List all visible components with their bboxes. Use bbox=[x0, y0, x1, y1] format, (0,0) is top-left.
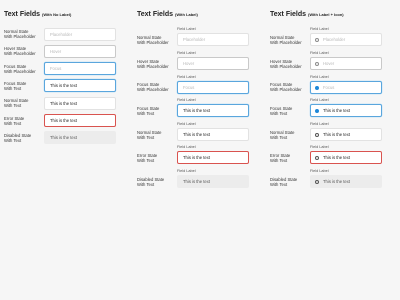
field-label: Field Label bbox=[177, 122, 196, 126]
placeholder-text: Hover bbox=[323, 61, 335, 66]
placeholder-text: Hover bbox=[183, 61, 195, 66]
state-label: Error State With Text bbox=[137, 153, 158, 164]
text-field-focus-text[interactable]: This is the text bbox=[44, 79, 116, 92]
field-label: Field Label bbox=[177, 98, 196, 102]
text-field-error-text[interactable]: This is the text bbox=[310, 151, 382, 164]
text-field-normal-text[interactable]: This is the text bbox=[44, 97, 116, 110]
state-label: Disabled State With Text bbox=[4, 133, 32, 144]
text-field-error-text[interactable]: This is the text bbox=[44, 114, 116, 127]
state-label: Hover State With Placeholder bbox=[4, 46, 36, 57]
field-label: Field Label bbox=[310, 169, 329, 173]
text-field-hover-placeholder[interactable]: Hover bbox=[310, 57, 382, 70]
user-icon bbox=[315, 155, 320, 161]
field-value: This is the text bbox=[323, 108, 350, 113]
state-label: Normal State With Text bbox=[4, 98, 29, 109]
field-label: Field Label bbox=[177, 75, 196, 79]
title-subtitle: (With Label + Icon) bbox=[308, 12, 344, 17]
state-label: Focus State With Text bbox=[270, 106, 293, 117]
text-field-hover-placeholder[interactable]: Hover bbox=[44, 45, 116, 58]
user-icon bbox=[315, 37, 320, 43]
field-value: This is the text bbox=[50, 118, 77, 123]
text-field-focus-text[interactable]: This is the text bbox=[310, 104, 382, 117]
field-value: This is the text bbox=[183, 155, 210, 160]
title-subtitle: (With No Label) bbox=[42, 12, 72, 17]
field-label: Field Label bbox=[177, 145, 196, 149]
text-field-hover-placeholder[interactable]: Hover bbox=[177, 57, 249, 70]
placeholder-text: Placeholder bbox=[323, 37, 346, 42]
state-label: Focus State With Text bbox=[4, 81, 27, 92]
state-label: Hover State With Placeholder bbox=[137, 59, 169, 70]
field-value: This is the text bbox=[183, 132, 210, 137]
title-subtitle: (With Label) bbox=[175, 12, 198, 17]
placeholder-text: Hover bbox=[50, 49, 62, 54]
field-value: This is the text bbox=[323, 132, 350, 137]
field-value: This is the text bbox=[183, 108, 210, 113]
text-field-normal-text[interactable]: This is the text bbox=[177, 128, 249, 141]
text-field-focus-placeholder[interactable]: Focus bbox=[177, 81, 249, 94]
field-label: Field Label bbox=[310, 98, 329, 102]
field-label: Field Label bbox=[310, 51, 329, 55]
placeholder-text: Focus bbox=[183, 85, 195, 90]
state-label: Normal State With Placeholder bbox=[137, 35, 169, 46]
field-label: Field Label bbox=[310, 27, 329, 31]
column-title-with-label: Text Fields (With Label) bbox=[137, 11, 198, 18]
text-field-focus-text[interactable]: This is the text bbox=[177, 104, 249, 117]
state-label: Disabled State With Text bbox=[270, 177, 298, 188]
text-field-disabled-text: This is the text bbox=[177, 175, 249, 188]
text-field-error-text[interactable]: This is the text bbox=[177, 151, 249, 164]
placeholder-text: Placeholder bbox=[183, 37, 206, 42]
text-field-disabled-text: This is the text bbox=[44, 131, 116, 144]
user-icon bbox=[315, 179, 320, 185]
state-label: Focus State With Placeholder bbox=[4, 64, 36, 75]
field-value: This is the text bbox=[323, 179, 350, 184]
user-icon bbox=[315, 108, 320, 114]
state-label: Normal State With Placeholder bbox=[270, 35, 302, 46]
field-label: Field Label bbox=[310, 122, 329, 126]
column-title-no-label: Text Fields (With No Label) bbox=[4, 11, 71, 18]
text-field-focus-placeholder[interactable]: Focus bbox=[44, 62, 116, 75]
user-icon bbox=[315, 132, 320, 138]
title-text: Text Fields bbox=[4, 11, 41, 18]
field-label: Field Label bbox=[177, 169, 196, 173]
title-text: Text Fields bbox=[137, 11, 174, 18]
text-field-disabled-text: This is the text bbox=[310, 175, 382, 188]
placeholder-text: Placeholder bbox=[50, 32, 73, 37]
placeholder-text: Focus bbox=[50, 66, 62, 71]
text-field-focus-placeholder[interactable]: Focus bbox=[310, 81, 382, 94]
field-value: This is the text bbox=[50, 83, 77, 88]
text-field-normal-placeholder[interactable]: Placeholder bbox=[177, 33, 249, 46]
field-value: This is the text bbox=[50, 101, 77, 106]
title-text: Text Fields bbox=[270, 11, 307, 18]
column-title-with-label-icon: Text Fields (With Label + Icon) bbox=[270, 11, 344, 18]
state-label: Normal State With Text bbox=[270, 130, 295, 141]
placeholder-text: Focus bbox=[323, 85, 335, 90]
state-label: Focus State With Placeholder bbox=[137, 82, 169, 93]
field-label: Field Label bbox=[310, 75, 329, 79]
state-label: Hover State With Placeholder bbox=[270, 59, 302, 70]
state-label: Normal State With Text bbox=[137, 130, 162, 141]
field-label: Field Label bbox=[310, 145, 329, 149]
field-value: This is the text bbox=[50, 135, 77, 140]
field-label: Field Label bbox=[177, 27, 196, 31]
state-label: Disabled State With Text bbox=[137, 177, 165, 188]
text-field-normal-placeholder[interactable]: Placeholder bbox=[310, 33, 382, 46]
state-label: Error State With Text bbox=[270, 153, 291, 164]
state-label: Focus State With Placeholder bbox=[270, 82, 302, 93]
field-value: This is the text bbox=[183, 179, 210, 184]
user-icon bbox=[315, 61, 320, 67]
state-label: Normal State With Placeholder bbox=[4, 29, 36, 40]
state-label: Error State With Text bbox=[4, 116, 25, 127]
user-icon bbox=[315, 85, 320, 91]
text-field-normal-placeholder[interactable]: Placeholder bbox=[44, 28, 116, 41]
field-label: Field Label bbox=[177, 51, 196, 55]
state-label: Focus State With Text bbox=[137, 106, 160, 117]
field-value: This is the text bbox=[323, 155, 350, 160]
text-field-normal-text[interactable]: This is the text bbox=[310, 128, 382, 141]
